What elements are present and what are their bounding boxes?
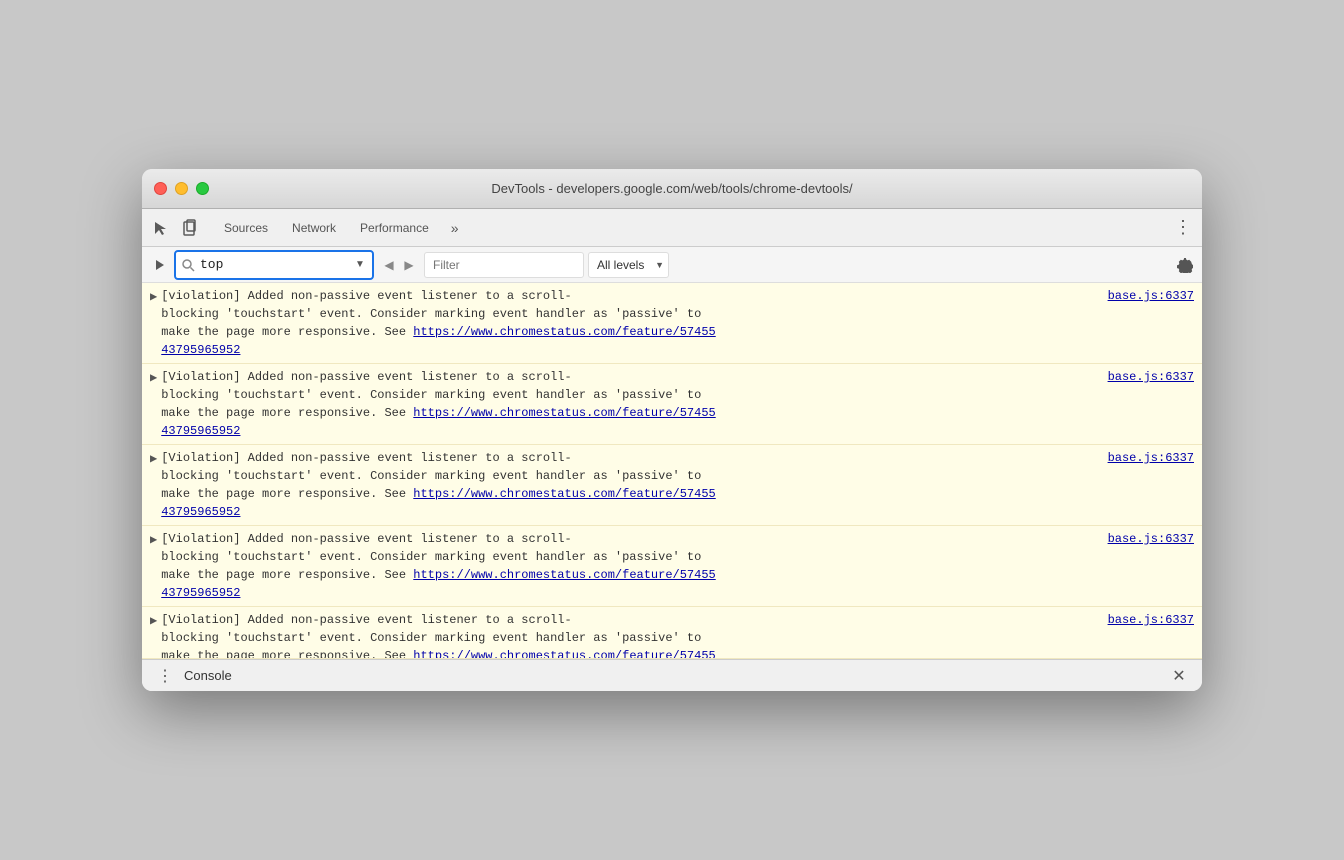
minimize-button[interactable] [175,182,188,195]
entry-expand-icon[interactable]: ▶ [150,612,157,654]
context-selector-wrapper: top ▼ [174,250,374,280]
console-entry: ▶ [Violation] Added non-passive event li… [142,526,1202,607]
tabbar: Sources Network Performance » ⋮ [142,209,1202,247]
entry-content: [Violation] Added non-passive event list… [161,530,1095,602]
context-dropdown-arrow-icon: ▼ [352,257,368,273]
tab-network[interactable]: Network [282,217,346,239]
context-select[interactable]: top [200,257,348,272]
entry-link[interactable]: https://www.chromestatus.com/feature/574… [161,325,716,357]
entry-text: [Violation] Added non-passive event list… [161,451,716,519]
entry-text: [Violation] Added non-passive event list… [161,532,716,600]
next-message-button[interactable]: ▶ [400,256,418,274]
entry-expand-icon[interactable]: ▶ [150,450,157,521]
bottom-menu-icon[interactable]: ⋮ [154,665,176,687]
inspect-icon[interactable] [150,217,172,239]
tab-sources[interactable]: Sources [214,217,278,239]
window-title: DevTools - developers.google.com/web/too… [491,181,852,196]
bottom-title: Console [184,668,232,683]
entry-text: [Violation] Added non-passive event list… [161,370,716,438]
entry-content: [Violation] Added non-passive event list… [161,449,1095,521]
entry-source-link[interactable]: base.js:6337 [1108,530,1194,548]
console-entry: ▶ [Violation] Added non-passive event li… [142,607,1202,659]
device-icon[interactable] [180,217,202,239]
maximize-button[interactable] [196,182,209,195]
entry-source-link[interactable]: base.js:6337 [1108,287,1194,305]
prev-message-button[interactable]: ◀ [380,256,398,274]
entry-expand-icon[interactable]: ▶ [150,288,157,359]
entry-content: [Violation] Added non-passive event list… [161,368,1095,440]
entry-text: [Violation] Added non-passive event list… [161,613,716,659]
nav-arrows: ◀ ▶ [378,256,420,274]
console-entry: ▶ [violation] Added non-passive event li… [142,283,1202,364]
entry-source-link[interactable]: base.js:6337 [1108,368,1194,386]
entry-source-link[interactable]: base.js:6337 [1108,449,1194,467]
entry-link[interactable]: https://www.chromestatus.com/feature/574… [161,406,716,438]
filter-input[interactable] [424,252,584,278]
devtools-panel: Sources Network Performance » ⋮ [142,209,1202,691]
tab-performance[interactable]: Performance [350,217,439,239]
entry-source-link[interactable]: base.js:6337 [1108,611,1194,629]
entry-link[interactable]: https://www.chromestatus.com/feature/574… [161,568,716,600]
level-wrapper: All levels Verbose Info Warnings Errors … [588,252,669,278]
tabbar-left [150,217,202,239]
bottombar: ⋮ Console ✕ [142,659,1202,691]
console-messages: ▶ [violation] Added non-passive event li… [142,283,1202,659]
entry-content: [violation] Added non-passive event list… [161,287,1095,359]
titlebar: DevTools - developers.google.com/web/too… [142,169,1202,209]
entry-expand-icon[interactable]: ▶ [150,369,157,440]
log-level-select[interactable]: All levels Verbose Info Warnings Errors [588,252,669,278]
console-entry: ▶ [Violation] Added non-passive event li… [142,445,1202,526]
tab-more[interactable]: » [443,216,467,240]
console-entry: ▶ [Violation] Added non-passive event li… [142,364,1202,445]
bottom-close-button[interactable]: ✕ [1168,665,1190,687]
entry-expand-icon[interactable]: ▶ [150,531,157,602]
devtools-menu-icon[interactable]: ⋮ [1172,217,1194,239]
entry-link[interactable]: https://www.chromestatus.com/feature/574… [413,649,715,659]
entry-text: [violation] Added non-passive event list… [161,289,716,357]
traffic-lights [154,182,209,195]
settings-icon[interactable] [1174,254,1196,276]
close-button[interactable] [154,182,167,195]
tabbar-right: ⋮ [1172,217,1194,239]
clear-console-button[interactable] [148,254,170,276]
entry-link[interactable]: https://www.chromestatus.com/feature/574… [161,487,716,519]
console-toolbar: top ▼ ◀ ▶ All levels Verbose Info Warnin… [142,247,1202,283]
devtools-window: DevTools - developers.google.com/web/too… [142,169,1202,691]
search-icon [180,257,196,273]
entry-content: [Violation] Added non-passive event list… [161,611,1095,654]
